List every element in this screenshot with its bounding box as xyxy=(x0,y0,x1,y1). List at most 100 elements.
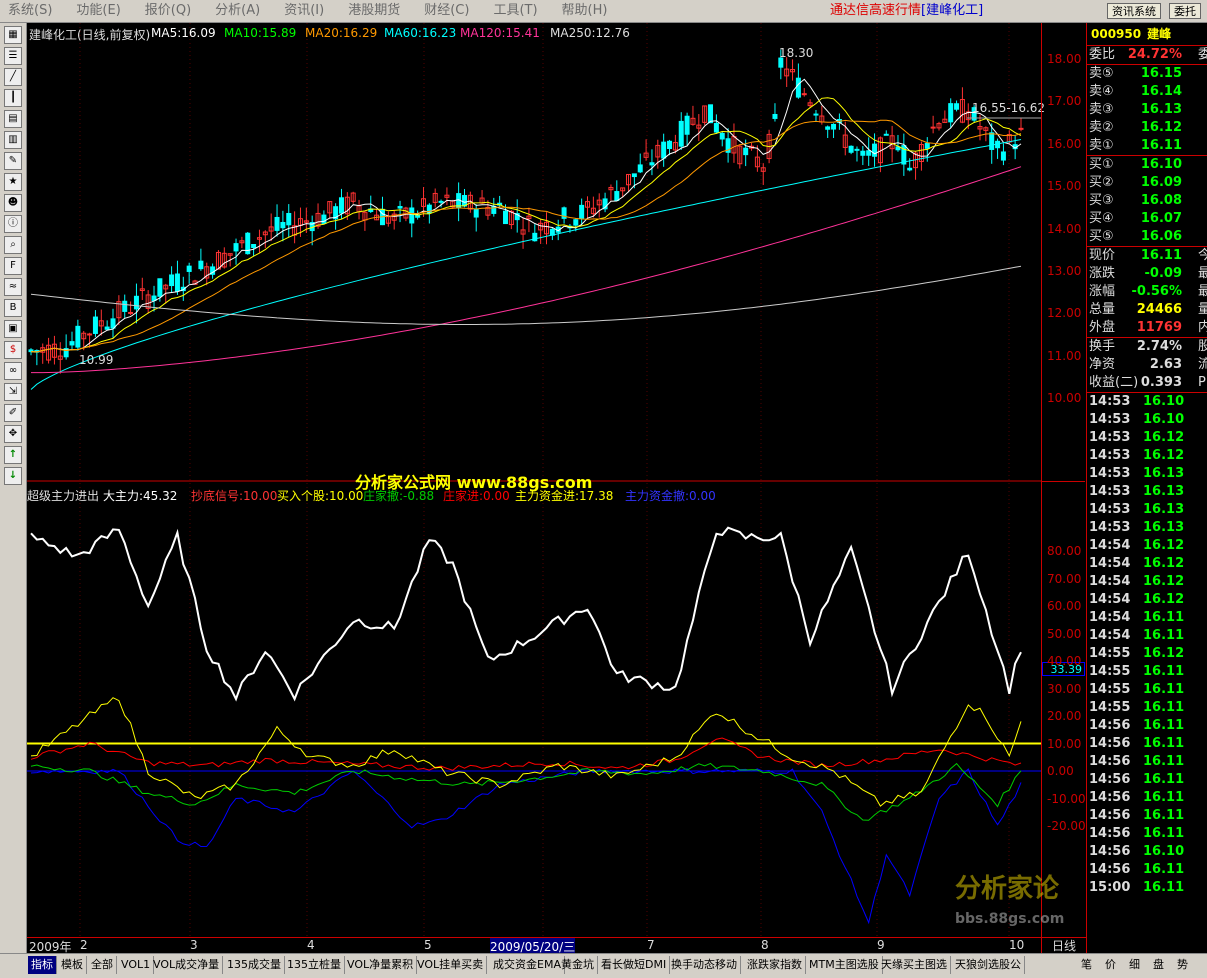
panel-tab[interactable]: 盘 xyxy=(1150,956,1167,974)
move-icon[interactable]: ✥ xyxy=(4,425,22,443)
menu-function[interactable]: 功能(E) xyxy=(64,0,132,22)
f10-icon[interactable]: F xyxy=(4,257,22,275)
indicator-tab[interactable]: 全部 xyxy=(88,956,117,974)
indicator-tab[interactable]: VOL净量累积 xyxy=(344,956,418,974)
price-axis-label: 11.00 xyxy=(1047,348,1082,363)
trend-icon[interactable]: ≈ xyxy=(4,278,22,296)
candle-body xyxy=(930,126,936,129)
indicator-tab[interactable]: VOL成交净量 xyxy=(150,956,224,974)
people-icon[interactable]: ☻ xyxy=(4,194,22,212)
panel-tab[interactable]: 价 xyxy=(1102,956,1119,974)
pencil-icon[interactable]: ✐ xyxy=(4,404,22,422)
indicator-tab[interactable]: 涨跌家指数 xyxy=(744,956,806,974)
app-brand: 通达信高速行情[建峰化工] xyxy=(830,0,983,22)
menu-hk-futures[interactable]: 港股期货 xyxy=(336,0,412,22)
candle-body xyxy=(631,173,637,178)
table2-icon[interactable]: ▥ xyxy=(4,131,22,149)
ma250-legend: MA250:12.76 xyxy=(550,26,630,40)
ask-value: 16.12 xyxy=(1140,120,1182,135)
candle-body xyxy=(338,197,344,214)
left-toolbar: ▦ ☰ ╱ ┃ ▤ ▥ ✎ ★ ☻ ⓘ ⌕ F ≈ B ▣ $ ∞ ⇲ ✐ ✥ ↑ ↓ xyxy=(0,23,27,953)
kline-icon[interactable]: ┃ xyxy=(4,89,22,107)
panel-tab[interactable]: 细 xyxy=(1126,956,1143,974)
link-icon[interactable]: ∞ xyxy=(4,362,22,380)
menu-tools[interactable]: 工具(T) xyxy=(481,0,549,22)
candle-body xyxy=(948,103,954,123)
quote-stat-suffix: 今 xyxy=(1198,247,1207,265)
indicator-tab[interactable]: 黄金坑 xyxy=(558,956,598,974)
indicator-tab[interactable]: 成交资金EMA xyxy=(490,956,565,974)
bid-label: 买⑤ xyxy=(1089,229,1114,244)
search-icon[interactable]: ⌕ xyxy=(4,236,22,254)
notes-icon[interactable]: ✎ xyxy=(4,152,22,170)
x-axis: 2009年 2 3 4 5 2009/05/20/三 7 8 9 10 xyxy=(27,937,1041,955)
down-arrow-icon[interactable]: ↓ xyxy=(4,467,22,485)
panel-tab[interactable]: 势 xyxy=(1174,956,1191,974)
indicator-tab[interactable]: 看长做短DMI xyxy=(598,956,671,974)
star-icon[interactable]: ★ xyxy=(4,173,22,191)
quote-stat-suffix: 最 xyxy=(1198,283,1207,301)
indicator-tab[interactable]: VOL1 xyxy=(118,956,155,974)
tick-row: 14:54 16.12 xyxy=(1087,591,1207,609)
indicator-tab[interactable]: 换手动态移动 xyxy=(668,956,741,974)
price-axis-label: 10.00 xyxy=(1047,391,1082,405)
menu-info[interactable]: 资讯(I) xyxy=(272,0,336,22)
table-icon[interactable]: ▤ xyxy=(4,110,22,128)
candle-body xyxy=(801,93,807,96)
dollar-icon[interactable]: $ xyxy=(4,341,22,359)
stock-code: 000950 xyxy=(1091,27,1142,41)
bid-label: 买④ xyxy=(1089,211,1114,226)
candle-body xyxy=(198,260,204,270)
candle-body xyxy=(678,120,684,147)
indicator-tab[interactable]: 天狼剑选股公 xyxy=(952,956,1025,974)
tick-time: 14:54 xyxy=(1089,574,1131,589)
indicator-name: 超级主力进出 xyxy=(27,489,100,503)
candle-body xyxy=(133,295,139,310)
menu-system[interactable]: 系统(S) xyxy=(0,0,64,22)
up-arrow-icon[interactable]: ↑ xyxy=(4,446,22,464)
candle-body xyxy=(233,243,239,252)
quote-stat-suffix: 量 xyxy=(1198,301,1207,319)
ma120-line xyxy=(31,166,1022,374)
big-legend: 大主力:45.32 xyxy=(103,489,178,503)
menu-analysis[interactable]: 分析(A) xyxy=(203,0,272,22)
indicator-tab[interactable]: 天缘买主图选 xyxy=(878,956,951,974)
ma5-line xyxy=(30,78,1022,353)
quote-stat-label: 外盘 xyxy=(1089,320,1116,335)
quote-stat-value: -0.56% xyxy=(1131,284,1183,299)
indicator-tab[interactable]: 模板 xyxy=(58,956,87,974)
info-icon[interactable]: ⓘ xyxy=(4,215,22,233)
bsi-icon[interactable]: B xyxy=(4,299,22,317)
news-system-button[interactable]: 资讯系统 xyxy=(1107,3,1161,19)
menu-help[interactable]: 帮助(H) xyxy=(550,0,620,22)
candle-body xyxy=(321,214,327,224)
ask-row: 卖② 16.12 xyxy=(1087,119,1207,137)
x-label: 8 xyxy=(761,938,769,952)
menu-quote[interactable]: 报价(Q) xyxy=(133,0,203,22)
candle-body xyxy=(461,195,467,207)
list-icon[interactable]: ☰ xyxy=(4,47,22,65)
grid-icon[interactable]: ▦ xyxy=(4,26,22,44)
panel-tab[interactable]: 笔 xyxy=(1078,956,1095,974)
candle-body xyxy=(169,274,175,287)
tick-price: 16.10 xyxy=(1143,844,1185,859)
kline-title: 建峰化工(日线,前复权) xyxy=(29,28,151,42)
quote-stat-suffix: 最 xyxy=(1198,265,1207,283)
indicator-tab[interactable]: MTM主图选股 xyxy=(806,956,883,974)
tick-price: 16.12 xyxy=(1143,430,1185,445)
export-icon[interactable]: ⇲ xyxy=(4,383,22,401)
indicator-tab[interactable]: 135成交量 xyxy=(224,956,285,974)
menu-finance[interactable]: 财经(C) xyxy=(412,0,481,22)
watermark-logo: 分析家论 bbs.88gs.com xyxy=(955,868,1085,952)
candle-body xyxy=(110,318,116,329)
quote-stat-suffix: 内 xyxy=(1198,319,1207,337)
indicator-tab[interactable]: VOL挂单买卖 xyxy=(414,956,488,974)
image-icon[interactable]: ▣ xyxy=(4,320,22,338)
candle-body xyxy=(473,208,479,218)
tick-price: 16.12 xyxy=(1143,574,1185,589)
tick-row: 14:55 16.11 xyxy=(1087,681,1207,699)
chart-icon[interactable]: ╱ xyxy=(4,68,22,86)
indicator-tab[interactable]: 指标 xyxy=(28,956,57,974)
order-button[interactable]: 委托 xyxy=(1169,3,1201,19)
indicator-tab[interactable]: 135立桩量 xyxy=(284,956,345,974)
